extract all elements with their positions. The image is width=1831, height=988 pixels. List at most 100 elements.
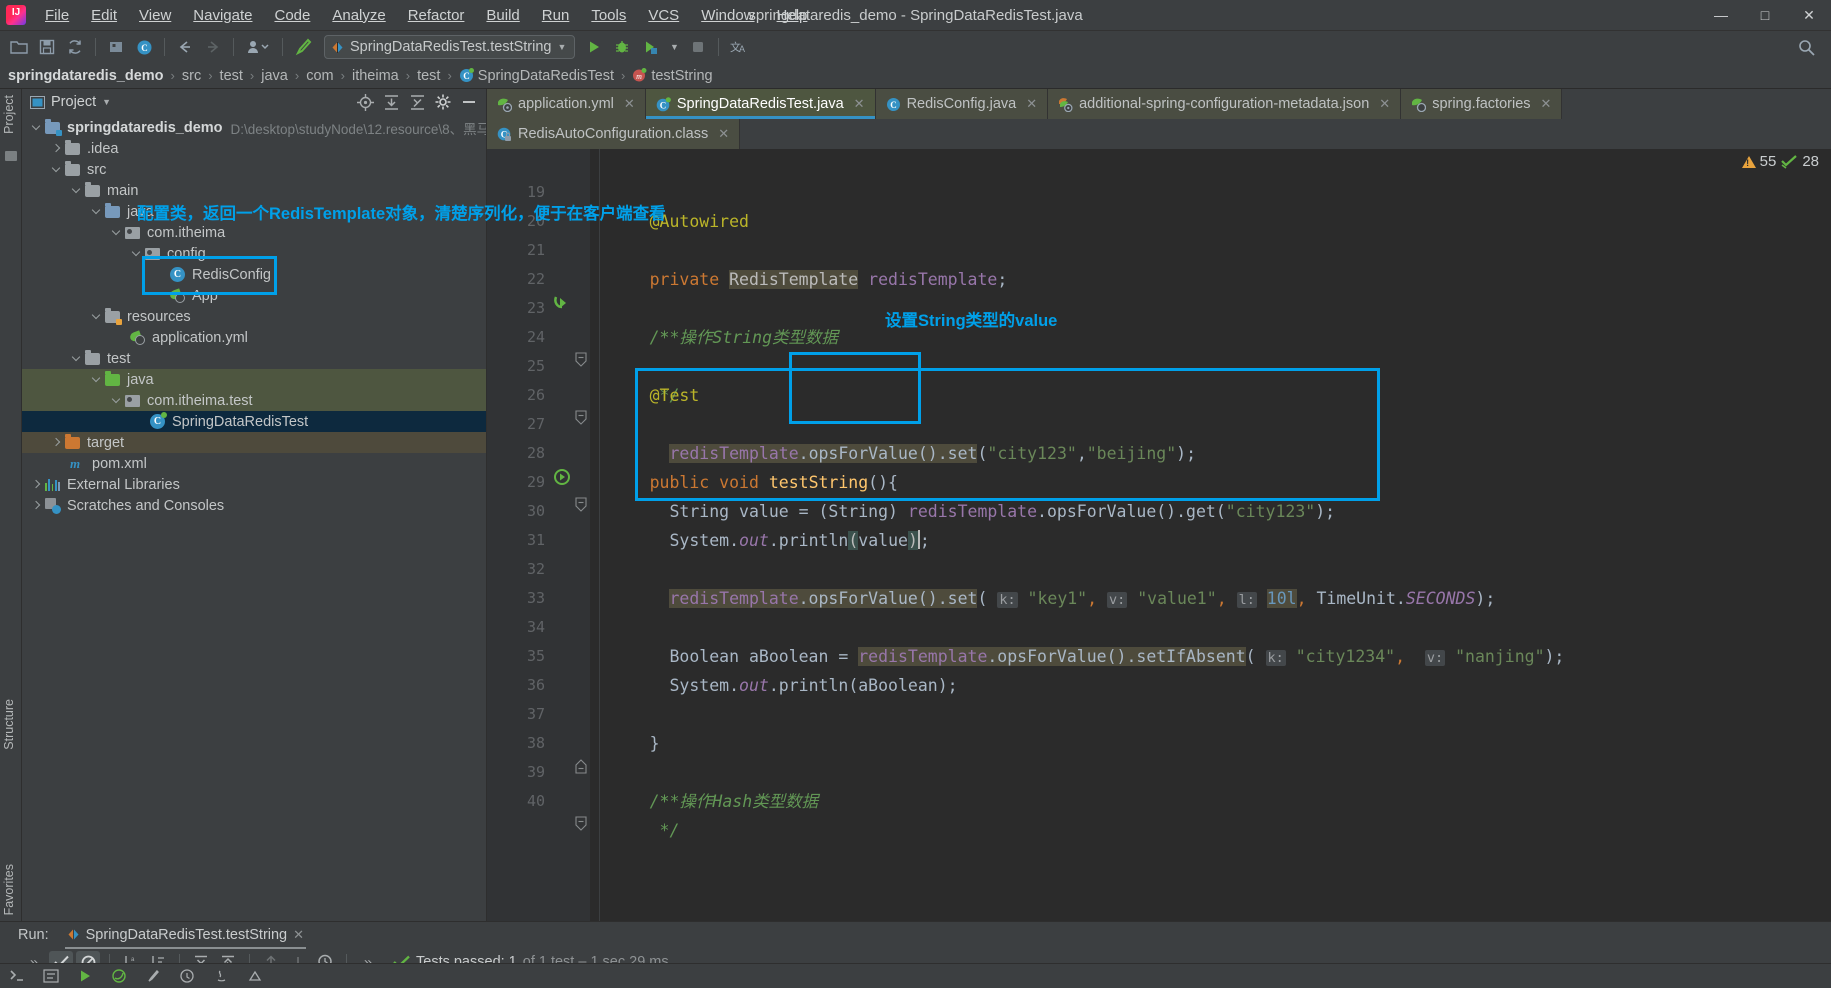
menu-edit[interactable]: Edit <box>80 3 128 28</box>
code-content[interactable]: 19 @Autowired 20 private RedisTemplate r… <box>487 149 1831 921</box>
tree-item-resources[interactable]: resources <box>22 306 486 327</box>
editor-tab-redisconfig-java[interactable]: C RedisConfig.java ✕ <box>875 89 1049 119</box>
debug-bug-icon[interactable] <box>609 34 635 60</box>
breadcrumb-item-method[interactable]: m testString <box>632 68 713 84</box>
tree-item-idea[interactable]: .idea <box>22 138 486 159</box>
spring-icon[interactable] <box>110 968 128 984</box>
menu-refactor[interactable]: Refactor <box>397 3 476 28</box>
menu-build[interactable]: Build <box>475 3 530 28</box>
tree-item-springdataredistest[interactable]: C SpringDataRedisTest <box>22 411 486 432</box>
tree-item-config[interactable]: config <box>22 243 486 264</box>
project-tree[interactable]: springdataredis_demo D:\desktop\studyNod… <box>22 115 486 921</box>
editor-tab-spring-factories[interactable]: spring.factories ✕ <box>1401 89 1563 119</box>
chevron-down-icon[interactable] <box>110 394 123 407</box>
sync-refresh-icon[interactable] <box>62 34 88 60</box>
chevron-right-icon[interactable] <box>50 142 63 155</box>
menu-view[interactable]: View <box>128 3 182 28</box>
save-all-icon[interactable] <box>34 34 60 60</box>
inspection-widget[interactable]: 55 28 <box>1741 153 1819 170</box>
java-enterprise-icon[interactable] <box>212 968 230 984</box>
copy-folder-icon[interactable] <box>103 34 129 60</box>
locate-target-icon[interactable] <box>354 91 376 113</box>
chevron-down-icon[interactable] <box>130 247 143 260</box>
run-with-coverage-icon[interactable] <box>637 34 663 60</box>
minimize-button[interactable]: — <box>1699 0 1743 30</box>
close-icon[interactable]: ✕ <box>1541 96 1552 112</box>
chevron-right-icon[interactable] <box>30 499 43 512</box>
build-icon[interactable] <box>144 968 162 984</box>
user-profile-icon[interactable] <box>241 34 275 60</box>
menu-navigate[interactable]: Navigate <box>182 3 263 28</box>
hide-minus-icon[interactable] <box>458 91 480 113</box>
editor-tab-springdataredistest-java[interactable]: C SpringDataRedisTest.java ✕ <box>645 89 876 119</box>
editor-tab-redisautoconfiguration-class[interactable]: C RedisAutoConfiguration.class ✕ <box>487 119 741 149</box>
build-hammer-icon[interactable] <box>290 34 316 60</box>
profile-dropdown-chevron-icon[interactable]: ▼ <box>665 34 683 60</box>
editor-tab-application-yml[interactable]: application.yml ✕ <box>487 89 646 119</box>
tree-item-target[interactable]: target <box>22 432 486 453</box>
tree-item-test-java[interactable]: java <box>22 369 486 390</box>
editor-tab-additional-metadata-json[interactable]: additional-spring-configuration-metadata… <box>1048 89 1402 119</box>
tree-item-main[interactable]: main <box>22 180 486 201</box>
breadcrumb-item-com[interactable]: com <box>306 68 333 84</box>
tree-item-redisconfig[interactable]: C RedisConfig <box>22 264 486 285</box>
close-button[interactable]: ✕ <box>1787 0 1831 30</box>
chevron-down-icon[interactable] <box>90 310 103 323</box>
chevron-right-icon[interactable] <box>30 478 43 491</box>
close-icon[interactable]: ✕ <box>854 96 865 112</box>
inspection-warnings[interactable]: 55 <box>1741 153 1776 170</box>
rail-item-structure[interactable]: Structure <box>2 699 16 750</box>
menu-window[interactable]: Window <box>690 3 765 28</box>
tree-item-com-itheima-test[interactable]: com.itheima.test <box>22 390 486 411</box>
chevron-down-icon[interactable] <box>90 205 103 218</box>
tree-item-src[interactable]: src <box>22 159 486 180</box>
compile-class-icon[interactable]: C <box>131 34 157 60</box>
settings-gear-icon[interactable] <box>432 91 454 113</box>
tree-item-external-libraries[interactable]: External Libraries <box>22 474 486 495</box>
forward-arrow-icon[interactable] <box>200 34 226 60</box>
inspection-oks[interactable]: 28 <box>1781 153 1819 170</box>
tree-item-application-yml[interactable]: application.yml <box>22 327 486 348</box>
breadcrumb-item-java[interactable]: java <box>261 68 288 84</box>
chevron-right-icon[interactable] <box>50 436 63 449</box>
tree-item-scratches-consoles[interactable]: Scratches and Consoles <box>22 495 486 516</box>
chevron-down-icon[interactable] <box>30 121 43 134</box>
tree-item-springdataredis-demo[interactable]: springdataredis_demo D:\desktop\studyNod… <box>22 117 486 138</box>
menu-tools[interactable]: Tools <box>580 3 637 28</box>
chevron-down-icon[interactable] <box>70 352 83 365</box>
translate-icon[interactable]: 文A <box>726 34 752 60</box>
close-icon[interactable]: ✕ <box>1379 96 1390 112</box>
tree-item-test[interactable]: test <box>22 348 486 369</box>
breadcrumb-item-src[interactable]: src <box>182 68 201 84</box>
tree-item-pom-xml[interactable]: m pom.xml <box>22 453 486 474</box>
chevron-down-icon[interactable] <box>90 373 103 386</box>
close-icon[interactable]: ✕ <box>718 126 729 142</box>
breadcrumb-item-test-pkg[interactable]: test <box>417 68 440 84</box>
tree-item-app[interactable]: App <box>22 285 486 306</box>
menu-run[interactable]: Run <box>531 3 581 28</box>
collapse-all-icon[interactable] <box>406 91 428 113</box>
close-icon[interactable]: ✕ <box>1026 96 1037 112</box>
menu-help[interactable]: Help <box>766 3 819 28</box>
open-folder-icon[interactable] <box>6 34 32 60</box>
chevron-down-icon[interactable] <box>110 226 123 239</box>
breadcrumb-item-itheima[interactable]: itheima <box>352 68 399 84</box>
breadcrumb-item-test[interactable]: test <box>220 68 243 84</box>
search-magnifier-icon[interactable] <box>1793 34 1819 60</box>
event-log-icon[interactable] <box>178 968 196 984</box>
chevron-down-icon[interactable]: ▼ <box>102 97 111 107</box>
back-arrow-icon[interactable] <box>172 34 198 60</box>
menu-code[interactable]: Code <box>263 3 321 28</box>
terminal-prompt-icon[interactable] <box>8 968 26 984</box>
breadcrumb-item-class[interactable]: C SpringDataRedisTest <box>459 68 614 84</box>
chevron-down-icon[interactable] <box>50 163 63 176</box>
close-icon[interactable]: ✕ <box>624 96 635 112</box>
menu-vcs[interactable]: VCS <box>637 3 690 28</box>
close-icon[interactable]: ✕ <box>293 927 304 943</box>
code-editor[interactable]: 55 28 19 @Autowired 20 <box>487 149 1831 921</box>
run-green-triangle-icon[interactable] <box>581 34 607 60</box>
expand-all-icon[interactable] <box>380 91 402 113</box>
rail-item-favorites[interactable]: Favorites <box>2 864 16 915</box>
rail-item-project[interactable]: Project <box>2 95 16 134</box>
todo-list-icon[interactable] <box>42 968 60 984</box>
